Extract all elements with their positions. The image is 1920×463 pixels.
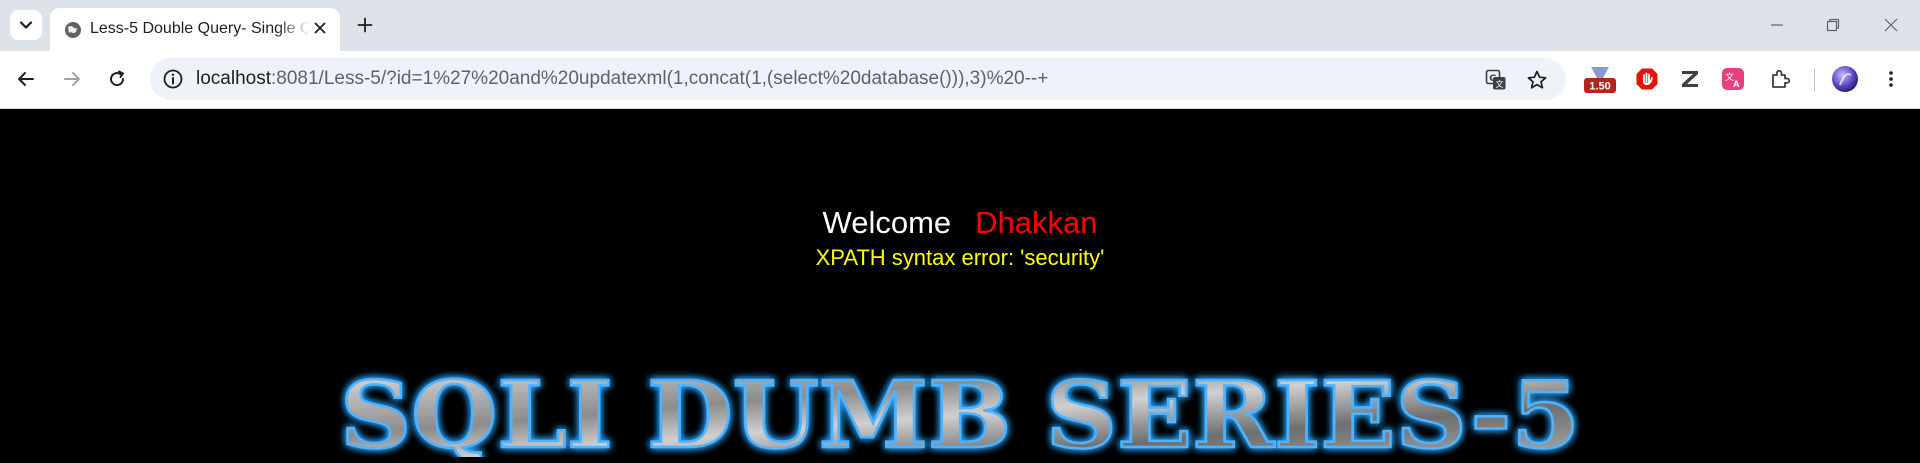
puzzle-icon bbox=[1772, 69, 1791, 88]
tab-title: Less-5 Double Query- Single Quotes- Stri… bbox=[90, 20, 310, 37]
translate-extension-icon: 文A bbox=[1722, 68, 1744, 90]
adblock-extension-button[interactable] bbox=[1632, 64, 1662, 94]
welcome-line: Welcome Dhakkan bbox=[0, 205, 1920, 241]
close-window-button[interactable] bbox=[1876, 10, 1906, 40]
series-banner-image: SQLI DUMB SERIES-5 bbox=[339, 360, 1582, 457]
welcome-name: Dhakkan bbox=[975, 205, 1098, 240]
plus-icon bbox=[357, 17, 373, 33]
page-content: Welcome Dhakkan XPATH syntax error: 'secu… bbox=[0, 109, 1920, 463]
translate-page-button[interactable]: G文 bbox=[1484, 68, 1508, 92]
info-icon[interactable] bbox=[162, 68, 184, 90]
minimize-icon bbox=[1771, 24, 1783, 26]
close-window-icon bbox=[1884, 18, 1898, 32]
back-button[interactable] bbox=[10, 63, 42, 95]
zotero-extension-icon bbox=[1682, 71, 1698, 87]
welcome-label: Welcome bbox=[822, 205, 952, 240]
speed-extension-icon: 1.50 bbox=[1584, 67, 1616, 93]
url-text[interactable]: localhost:8081/Less-5/?id=1%27%20and%20u… bbox=[196, 68, 1048, 90]
restore-button[interactable] bbox=[1818, 10, 1848, 40]
error-message: XPATH syntax error: 'security' bbox=[815, 245, 1105, 270]
adblock-extension-icon bbox=[1636, 68, 1658, 90]
translate-icon: G文 bbox=[1485, 69, 1506, 90]
more-vertical-icon bbox=[1889, 71, 1893, 87]
translate-extension-button[interactable]: 文A bbox=[1718, 64, 1748, 94]
avatar bbox=[1832, 66, 1858, 92]
tab-close-button[interactable] bbox=[310, 18, 330, 38]
active-tab[interactable]: Less-5 Double Query- Single Quotes- Stri… bbox=[50, 8, 340, 51]
star-icon bbox=[1527, 70, 1547, 89]
tab-search-button[interactable] bbox=[10, 10, 42, 40]
address-bar[interactable]: localhost:8081/Less-5/?id=1%27%20and%20u… bbox=[150, 58, 1566, 100]
bookmark-button[interactable] bbox=[1525, 68, 1549, 92]
url-path: :8081/Less-5/?id=1%27%20and%20updatexml(… bbox=[271, 68, 1049, 89]
reload-icon bbox=[110, 70, 125, 87]
tab-strip: Less-5 Double Query- Single Quotes- Stri… bbox=[0, 0, 1920, 51]
speed-badge: 1.50 bbox=[1589, 81, 1610, 93]
forward-button[interactable] bbox=[56, 63, 88, 95]
restore-icon bbox=[1826, 18, 1840, 32]
speed-extension-button[interactable]: 1.50 bbox=[1583, 64, 1617, 94]
browser-menu-button[interactable] bbox=[1876, 64, 1906, 94]
minimize-button[interactable] bbox=[1762, 10, 1792, 40]
svg-text:文: 文 bbox=[1496, 79, 1504, 89]
browser-toolbar: localhost:8081/Less-5/?id=1%27%20and%20u… bbox=[0, 51, 1920, 109]
arrow-right-icon bbox=[64, 72, 80, 86]
globe-icon bbox=[65, 22, 81, 38]
url-host: localhost bbox=[196, 68, 271, 89]
svg-text:A: A bbox=[1733, 79, 1740, 89]
reload-button[interactable] bbox=[101, 63, 133, 95]
profile-button[interactable] bbox=[1830, 64, 1860, 94]
toolbar-divider bbox=[1814, 68, 1815, 92]
close-icon bbox=[314, 22, 326, 34]
arrow-left-icon bbox=[18, 72, 34, 86]
chevron-down-icon bbox=[19, 21, 33, 29]
new-tab-button[interactable] bbox=[352, 12, 378, 38]
banner-text: SQLI DUMB SERIES-5 bbox=[340, 361, 1580, 457]
zotero-extension-button[interactable] bbox=[1675, 64, 1705, 94]
extensions-menu-button[interactable] bbox=[1766, 64, 1796, 94]
